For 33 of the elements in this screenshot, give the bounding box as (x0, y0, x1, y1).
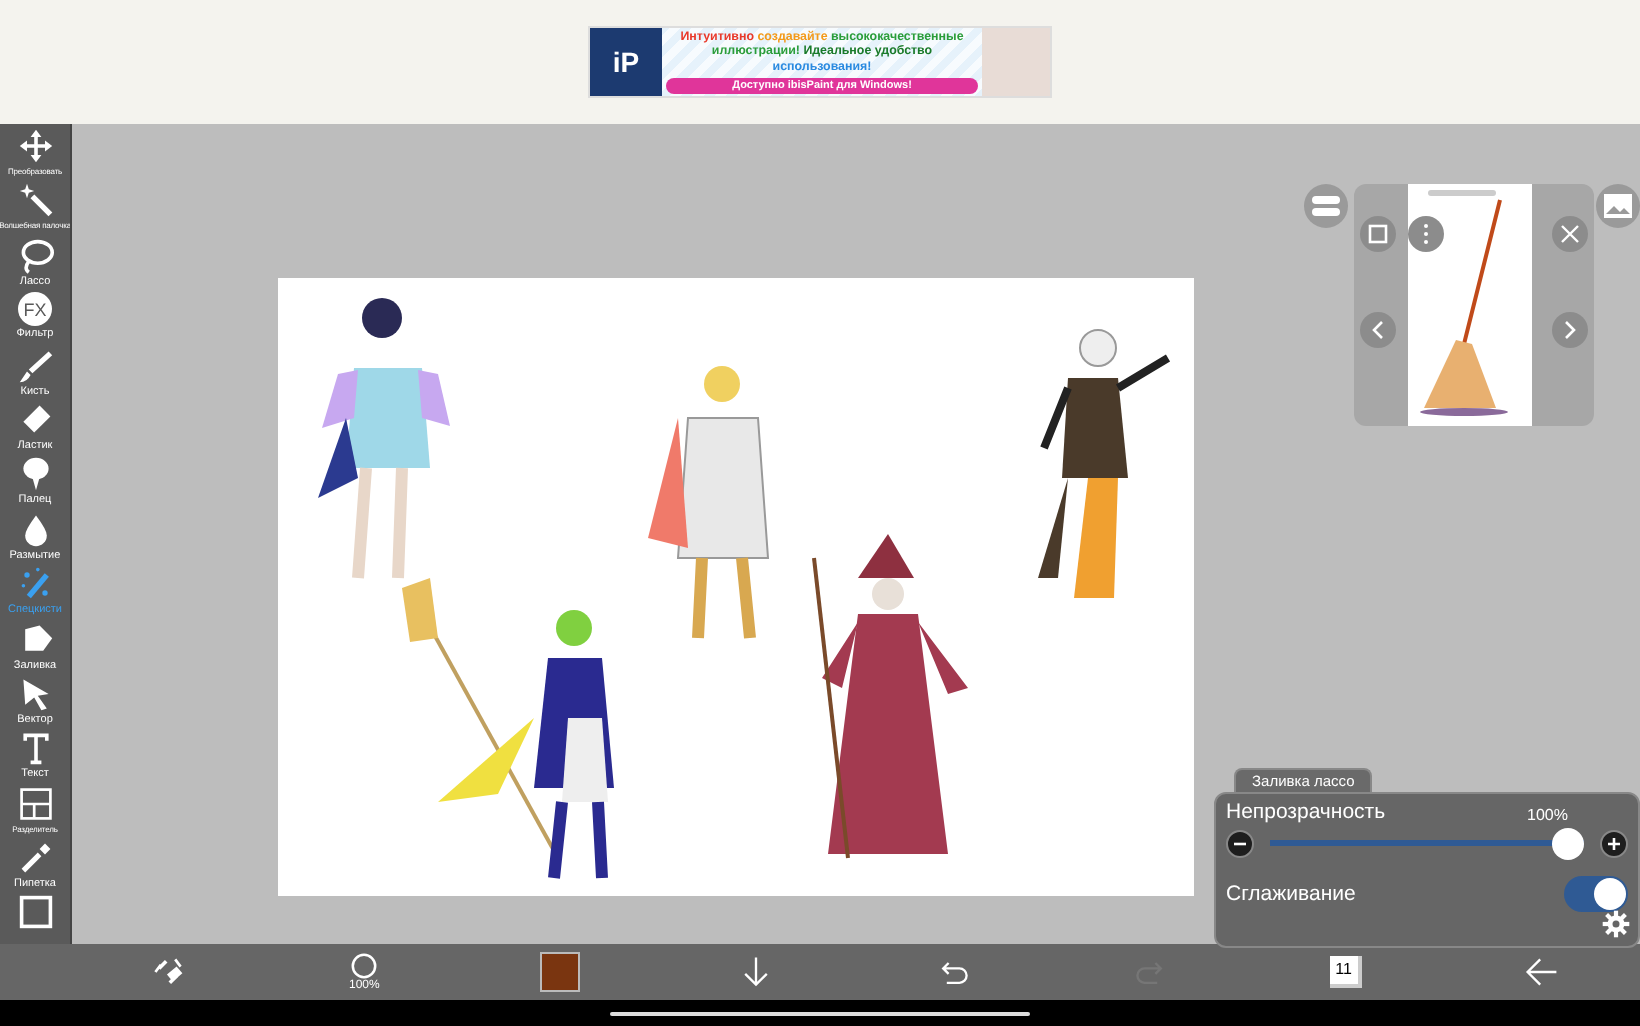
back-icon (1523, 954, 1560, 990)
filter-icon: FX (18, 292, 52, 327)
image-icon[interactable] (1596, 184, 1640, 228)
settings-icon[interactable] (1602, 910, 1630, 938)
antialias-label: Сглаживание (1226, 882, 1356, 906)
close-icon[interactable] (1552, 216, 1588, 252)
photo-placeholder (982, 28, 1050, 96)
slider-thumb[interactable] (1552, 828, 1584, 860)
brush-icon (17, 347, 53, 384)
text-icon (17, 730, 53, 767)
toggle-icon[interactable] (1304, 184, 1348, 228)
app-logo: iP (590, 28, 662, 96)
color-button[interactable] (536, 948, 585, 996)
vector-icon (17, 675, 53, 712)
minus-button[interactable] (1226, 830, 1254, 858)
frame-icon (17, 894, 53, 931)
special-icon (17, 566, 53, 603)
canvas[interactable] (278, 278, 1194, 896)
plus-icon (1606, 836, 1622, 852)
transform-icon (17, 128, 53, 164)
smudge-icon (17, 456, 53, 493)
antialias-toggle[interactable] (1564, 876, 1628, 912)
transform-icon (150, 954, 187, 990)
layers-button[interactable]: 11 (1321, 948, 1370, 996)
eyedropper-icon (17, 840, 53, 877)
chevron-right-icon[interactable] (1552, 312, 1588, 348)
chevron-left-icon[interactable] (1360, 312, 1396, 348)
lasso-icon (17, 237, 53, 274)
circle-icon (350, 951, 379, 979)
opacity-label: Непрозрачность (1226, 800, 1386, 824)
opacity-value: 100% (1527, 806, 1568, 824)
plus-button[interactable] (1600, 830, 1628, 858)
magic-wand-icon (17, 182, 53, 219)
